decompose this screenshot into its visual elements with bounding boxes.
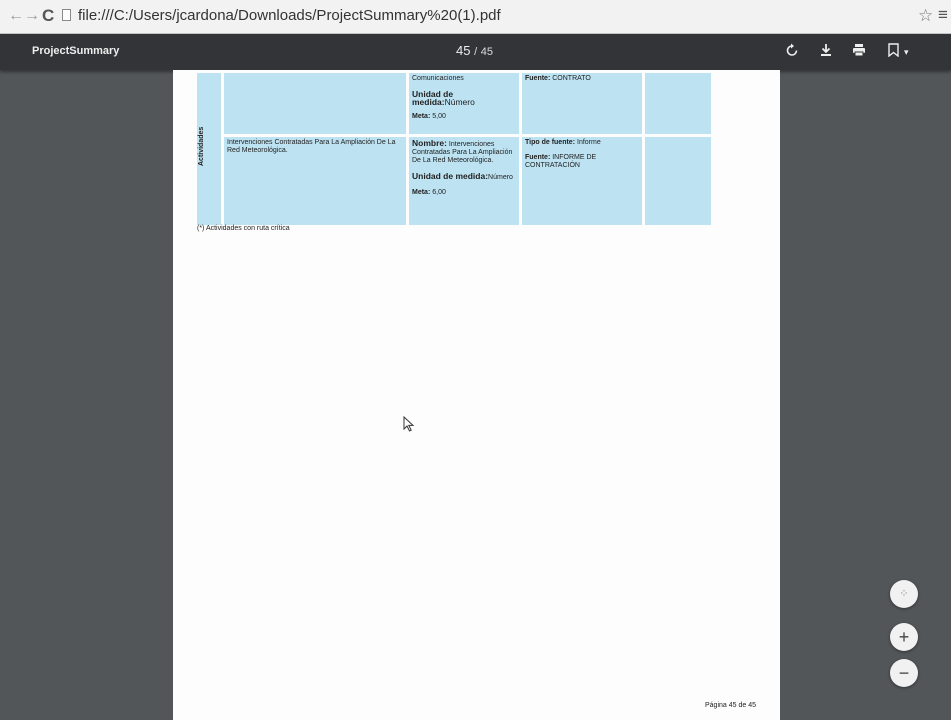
pdf-toolbar: ProjectSummary 45 / 45 ▾: [0, 34, 951, 70]
page-icon: [62, 9, 71, 21]
bookmark-star-icon[interactable]: ☆: [918, 6, 933, 26]
menu-icon[interactable]: ≡: [938, 5, 948, 25]
name-label: Nombre:: [412, 138, 447, 149]
reload-icon[interactable]: C: [42, 7, 54, 25]
mouse-cursor-icon: [403, 416, 415, 432]
url-field[interactable]: file:///C:/Users/jcardona/Downloads/Proj…: [78, 7, 501, 24]
total-pages: 45: [480, 46, 494, 58]
minus-icon: −: [898, 663, 910, 683]
fit-page-icon: ⁘: [899, 588, 909, 600]
empty-cell: [645, 73, 711, 135]
meta-value: 6,00: [432, 189, 446, 197]
bookmark-icon[interactable]: [888, 43, 899, 60]
rotate-icon[interactable]: [786, 43, 798, 60]
source-cell: Tipo de fuente: Informe Fuente: INFORME …: [522, 137, 642, 225]
document-title: ProjectSummary: [32, 45, 120, 57]
source-label: Fuente:: [525, 75, 551, 82]
back-arrow-icon[interactable]: ←: [8, 7, 24, 25]
table-row: Intervenciones Contratadas Para La Ampli…: [197, 137, 711, 225]
activity-text: Intervenciones Contratadas Para La Ampli…: [227, 139, 396, 155]
meta-value: 5,00: [432, 113, 446, 120]
empty-cell: [645, 137, 711, 225]
zoom-in-button[interactable]: +: [890, 623, 918, 651]
pdf-page: Comunicaciones Unidad de medida:Número M…: [173, 70, 780, 720]
page-indicator: 45 / 45: [456, 43, 493, 58]
unit-value: Número: [488, 174, 513, 182]
summary-table: Comunicaciones Unidad de medida:Número M…: [194, 70, 714, 228]
source-type-value: Informe: [577, 139, 601, 147]
source-value: CONTRATO: [552, 75, 591, 82]
indicator-text: Comunicaciones: [412, 75, 464, 82]
plus-icon: +: [898, 627, 910, 647]
indicator-cell: Nombre: Intervenciones Contratadas Para …: [409, 137, 519, 225]
chevron-down-icon[interactable]: ▾: [904, 47, 909, 58]
indicator-cell: Comunicaciones Unidad de medida:Número M…: [409, 73, 519, 135]
row-label-activities: Actividades: [198, 126, 205, 166]
print-icon[interactable]: [852, 43, 866, 60]
source-label: Fuente:: [525, 154, 551, 162]
download-icon[interactable]: [820, 43, 832, 60]
page-separator: /: [474, 46, 478, 58]
forward-arrow-icon[interactable]: →: [24, 7, 40, 25]
footnote: (*) Actividades con ruta crítica: [197, 225, 290, 232]
page-footer: Página 45 de 45: [705, 702, 756, 709]
activity-cell: [224, 73, 406, 135]
table-row: Comunicaciones Unidad de medida:Número M…: [197, 73, 711, 225]
source-type-label: Tipo de fuente:: [525, 139, 576, 147]
browser-address-bar: ← → C file:///C:/Users/jcardona/Download…: [0, 0, 951, 34]
activity-cell: Intervenciones Contratadas Para La Ampli…: [224, 137, 406, 225]
fit-to-page-button[interactable]: ⁘: [890, 580, 918, 608]
meta-label: Meta:: [412, 113, 431, 120]
unit-label: Unidad de medida:: [412, 171, 489, 182]
meta-label: Meta:: [412, 189, 431, 197]
source-cell: Fuente: CONTRATO: [522, 73, 642, 135]
unit-value: Número: [444, 97, 475, 107]
current-page-input[interactable]: 45: [456, 43, 470, 58]
zoom-out-button[interactable]: −: [890, 659, 918, 687]
